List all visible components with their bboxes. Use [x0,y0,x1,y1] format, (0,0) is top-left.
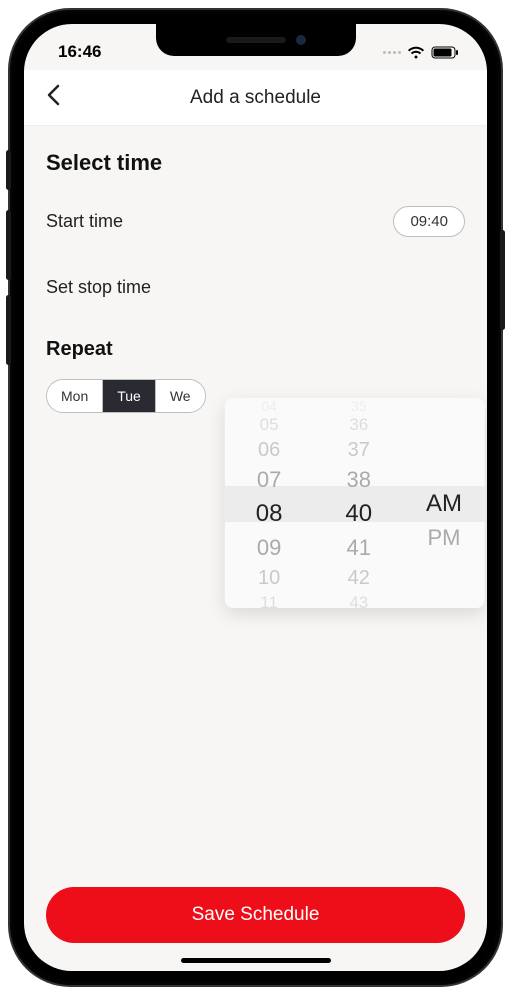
chevron-left-icon [46,84,60,106]
screen: 16:46 Add a schedule Select time Start t… [24,24,487,971]
hour-option[interactable]: 07 [257,464,281,496]
save-schedule-button[interactable]: Save Schedule [46,887,465,943]
start-time-row: Start time 09:40 [46,206,465,237]
hour-option[interactable]: 09 [257,532,281,564]
volume-down-button [6,295,11,365]
start-time-label: Start time [46,211,123,232]
minute-option[interactable]: 41 [347,532,371,564]
section-title: Select time [46,150,465,176]
nav-bar: Add a schedule [24,70,487,126]
hour-option[interactable]: 04 [261,398,277,414]
minute-option[interactable]: 43 [349,592,368,608]
volume-up-button [6,210,11,280]
hour-option-selected[interactable]: 08 [256,496,283,532]
home-indicator[interactable] [181,958,331,963]
hour-option[interactable]: 06 [258,436,280,464]
power-button [500,230,505,330]
minute-column[interactable]: 35 36 37 38 40 41 42 43 44 [314,398,404,608]
ampm-option[interactable]: PM [427,522,460,554]
day-mon[interactable]: Mon [47,380,103,412]
hour-option[interactable]: 10 [258,564,280,592]
ampm-option-selected[interactable]: AM [426,486,462,522]
battery-icon [431,46,459,59]
day-selector: Mon Tue We [46,379,206,413]
front-camera [296,35,306,45]
phone-frame: 16:46 Add a schedule Select time Start t… [10,10,501,985]
speaker-grille [226,37,286,43]
hour-option[interactable]: 05 [260,414,279,436]
time-picker[interactable]: 04 05 06 07 08 09 10 11 12 35 36 37 38 4… [224,398,484,608]
status-time: 16:46 [58,42,101,62]
minute-option[interactable]: 42 [348,564,370,592]
notch [156,24,356,56]
ampm-column[interactable]: AM PM [404,398,485,608]
minute-option[interactable]: 37 [348,436,370,464]
minute-option-selected[interactable]: 40 [345,496,372,532]
day-wed[interactable]: We [156,380,205,412]
minute-option[interactable]: 38 [347,464,371,496]
hour-option[interactable]: 11 [260,592,278,608]
day-tue[interactable]: Tue [103,380,156,412]
repeat-title: Repeat [46,338,465,361]
content: Select time Start time 09:40 Set stop ti… [24,126,487,887]
cellular-dots-icon [383,51,401,54]
status-right [383,46,459,59]
side-button [6,150,11,190]
minute-option[interactable]: 36 [349,414,368,436]
stop-time-row: Set stop time [46,277,465,298]
wifi-icon [407,46,425,59]
back-button[interactable] [46,82,76,113]
minute-option[interactable]: 35 [351,398,367,414]
hour-column[interactable]: 04 05 06 07 08 09 10 11 12 [224,398,314,608]
start-time-value[interactable]: 09:40 [393,206,465,237]
stop-time-label: Set stop time [46,277,151,298]
page-title: Add a schedule [24,87,487,109]
